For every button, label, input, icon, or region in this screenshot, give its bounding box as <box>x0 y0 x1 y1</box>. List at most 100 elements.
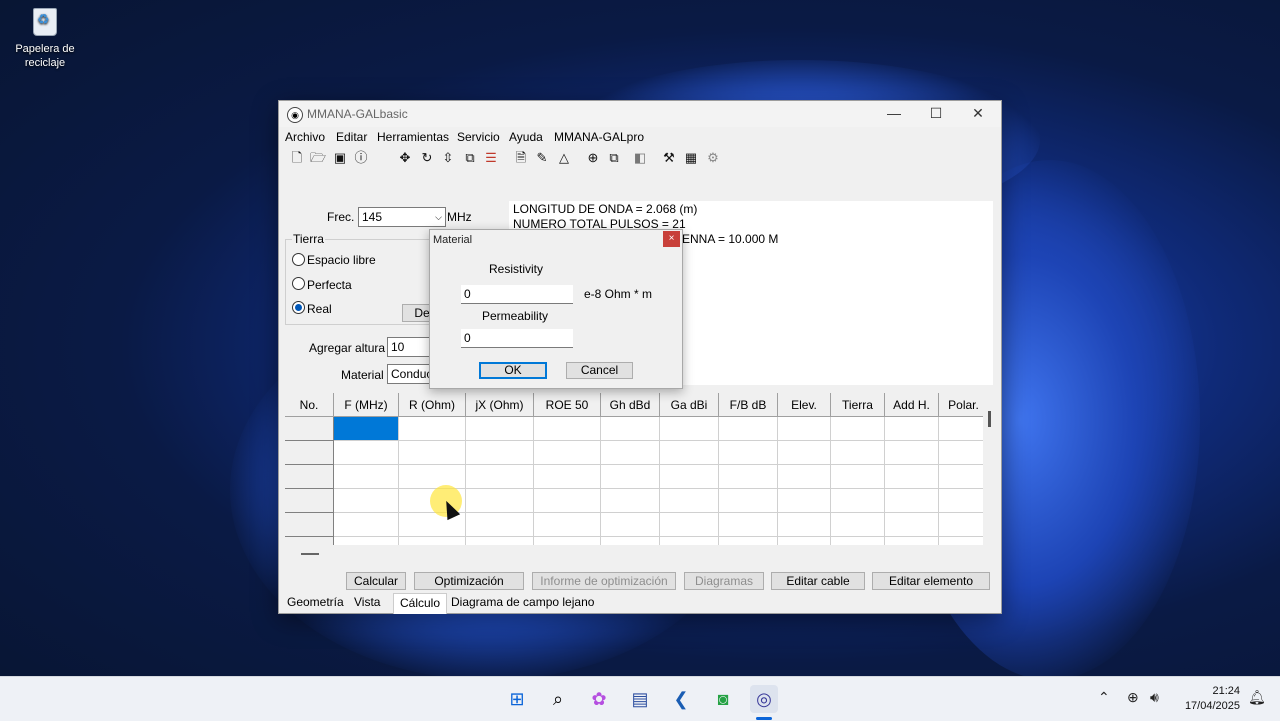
table-cell[interactable] <box>466 417 534 441</box>
selected-cell[interactable] <box>334 417 399 441</box>
radio-espacio-libre-label[interactable]: Espacio libre <box>307 253 376 267</box>
row-header[interactable] <box>285 465 334 489</box>
cancel-button[interactable]: Cancel <box>566 362 633 379</box>
copy-icon[interactable]: ⧉ <box>462 150 478 166</box>
copilot-icon[interactable]: ✿ <box>585 685 613 713</box>
windows-start-icon[interactable]: ⊞ <box>503 685 531 713</box>
radio-real-label[interactable]: Real <box>307 302 332 316</box>
volume-icon[interactable]: 🔊︎ <box>1150 689 1159 706</box>
info-icon[interactable]: ⓘ <box>353 150 369 166</box>
radio-espacio-libre[interactable] <box>292 253 305 266</box>
notification-icon[interactable]: 🔔︎ <box>1248 689 1266 706</box>
resistivity-input[interactable]: 0 <box>461 285 573 304</box>
col-header-addh[interactable]: Add H. <box>885 393 939 417</box>
system-clock[interactable]: 21:24 17/04/2025 <box>1176 684 1240 714</box>
freq-combobox[interactable]: 145 ⌵ <box>358 207 446 227</box>
col-header-roe[interactable]: ROE 50 <box>534 393 601 417</box>
minimize-button[interactable]: — <box>873 101 915 127</box>
recycle-bin-label: Papelera de reciclaje <box>15 43 75 69</box>
tab-diagrama-campo-lejano[interactable]: Diagrama de campo lejano <box>451 595 594 609</box>
scrollbar-thumb[interactable] <box>988 411 991 427</box>
kodi-icon[interactable]: ❮ <box>667 685 695 713</box>
tools-icon[interactable]: ⚒ <box>661 150 677 166</box>
close-button[interactable]: ✕ <box>957 101 999 127</box>
chevron-up-icon[interactable]: ⌃ <box>1098 689 1110 706</box>
app-icon[interactable]: ▤ <box>626 685 654 713</box>
menu-herramientas[interactable]: Herramientas <box>377 130 449 144</box>
table-cell[interactable] <box>399 417 466 441</box>
col-header-polar[interactable]: Polar. <box>939 393 983 417</box>
col-header-no[interactable]: No. <box>285 393 334 417</box>
col-header-tierra[interactable]: Tierra <box>831 393 885 417</box>
table-cell[interactable] <box>939 417 983 441</box>
table-scrollbar[interactable] <box>983 393 995 545</box>
menu-archivo[interactable]: Archivo <box>285 130 325 144</box>
new-file-icon[interactable]: 🗋 <box>289 150 305 166</box>
wavelength-line: LONGITUD DE ONDA = 2.068 (m) <box>513 202 698 216</box>
col-header-r[interactable]: R (Ohm) <box>399 393 466 417</box>
search-icon[interactable]: ⌕ <box>544 685 572 713</box>
whatsapp-icon[interactable]: ◙ <box>709 685 737 713</box>
recycle-bin-desktop-icon[interactable]: Papelera de reciclaje <box>12 6 78 70</box>
col-header-freq[interactable]: F (MHz) <box>334 393 399 417</box>
stretch-icon[interactable]: ⇳ <box>440 150 456 166</box>
table-cell[interactable] <box>831 417 885 441</box>
title-bar[interactable]: ◉ MMANA-GALbasic — ☐ ✕ <box>279 101 1001 127</box>
row-header[interactable] <box>285 489 334 513</box>
calcular-button[interactable]: Calcular <box>346 572 406 590</box>
table-cell[interactable] <box>660 417 719 441</box>
radio-real[interactable] <box>292 301 305 314</box>
triangle-icon[interactable]: △ <box>556 150 572 166</box>
ok-button[interactable]: OK <box>479 362 547 379</box>
dialog-close-button[interactable]: × <box>663 231 680 247</box>
row-header[interactable] <box>285 513 334 537</box>
gear-icon[interactable]: ⚙ <box>705 150 721 166</box>
informe-optimizacion-button[interactable]: Informe de optimización <box>532 572 676 590</box>
tab-vista[interactable]: Vista <box>354 595 380 609</box>
save-icon[interactable]: ▣ <box>332 150 348 166</box>
col-header-gh[interactable]: Gh dBd <box>601 393 660 417</box>
radio-perfecta[interactable] <box>292 277 305 290</box>
permeability-label: Permeability <box>482 309 549 323</box>
col-header-jx[interactable]: jX (Ohm) <box>466 393 534 417</box>
table-cell[interactable] <box>601 417 660 441</box>
row-header[interactable] <box>285 417 334 441</box>
rotate-icon[interactable]: ↻ <box>419 150 435 166</box>
duplicate-icon[interactable]: ⧉ <box>606 150 622 166</box>
calculator-icon[interactable]: ▦ <box>683 150 699 166</box>
editar-elemento-button[interactable]: Editar elemento <box>872 572 990 590</box>
row-header[interactable] <box>285 537 334 545</box>
mmana-icon[interactable]: ◎ <box>750 685 778 713</box>
maximize-button[interactable]: ☐ <box>915 101 957 127</box>
network-icon[interactable]: ⊕ <box>1127 689 1139 706</box>
diagramas-button[interactable]: Diagramas <box>684 572 764 590</box>
page-icon[interactable]: 🗎 <box>513 150 529 166</box>
menu-mmana-galpro[interactable]: MMANA-GALpro <box>554 130 644 144</box>
editar-cable-button[interactable]: Editar cable <box>771 572 865 590</box>
menu-bar: Archivo Editar Herramientas Servicio Ayu… <box>279 127 1001 147</box>
col-header-fb[interactable]: F/B dB <box>719 393 778 417</box>
menu-ayuda[interactable]: Ayuda <box>509 130 543 144</box>
radio-perfecta-label[interactable]: Perfecta <box>307 278 352 292</box>
table-cell[interactable] <box>534 417 601 441</box>
layers-icon[interactable]: ◧ <box>632 150 648 166</box>
permeability-input[interactable]: 0 <box>461 329 573 348</box>
row-header[interactable] <box>285 441 334 465</box>
optimizacion-button[interactable]: Optimización <box>414 572 524 590</box>
move-icon[interactable]: ✥ <box>397 150 413 166</box>
menu-servicio[interactable]: Servicio <box>457 130 500 144</box>
table-cell[interactable] <box>719 417 778 441</box>
freq-label: Frec. <box>327 210 355 224</box>
table-cell[interactable] <box>778 417 831 441</box>
open-folder-icon[interactable]: 🗁 <box>310 150 326 166</box>
col-header-elev[interactable]: Elev. <box>778 393 831 417</box>
pen-icon[interactable]: ✎ <box>534 150 550 166</box>
target-icon[interactable]: ⊕ <box>585 150 601 166</box>
align-icon[interactable]: ☰ <box>483 150 499 166</box>
col-header-ga[interactable]: Ga dBi <box>660 393 719 417</box>
tab-calculo[interactable]: Cálculo <box>393 593 448 614</box>
table-cell[interactable] <box>885 417 939 441</box>
menu-editar[interactable]: Editar <box>336 130 367 144</box>
tab-geometria[interactable]: Geometría <box>287 595 344 609</box>
hscroll-thumb[interactable] <box>301 553 319 555</box>
